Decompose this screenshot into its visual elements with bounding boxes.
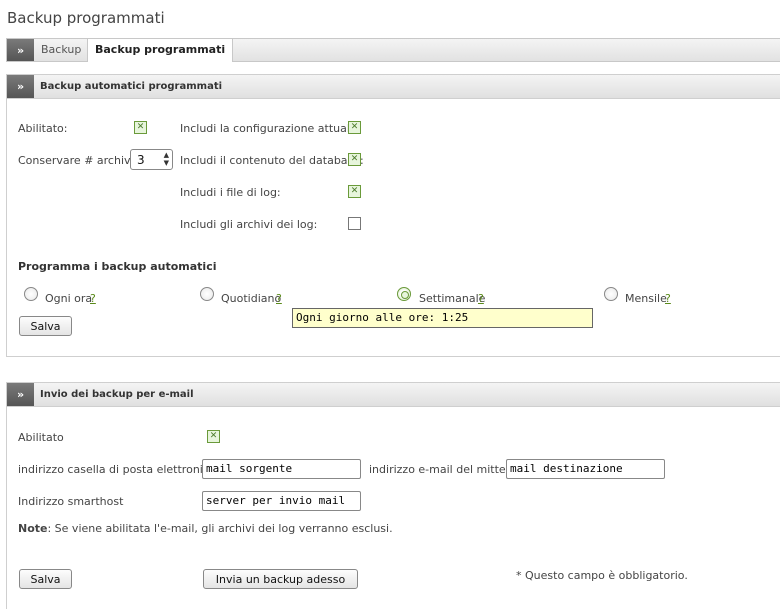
radio-daily-label: Quotidiano (221, 292, 282, 305)
required-field-note: * Questo campo è obbligatorio. (516, 569, 688, 582)
schedule-tooltip: Ogni giorno alle ore: 1:25 (292, 308, 593, 328)
help-monthly-link[interactable]: ? (665, 292, 671, 305)
email-enabled-label: Abilitato (18, 431, 64, 444)
keep-archives-value: 3 (137, 153, 145, 167)
send-backup-now-button[interactable]: Invia un backup adesso (203, 569, 358, 589)
mailbox-input[interactable]: mail sorgente (202, 459, 361, 479)
keep-archives-label: Conservare # archivi: (18, 154, 138, 167)
chevron-right-icon: » (7, 39, 34, 61)
check-icon: ✕ (350, 154, 359, 164)
email-save-button[interactable]: Salva (19, 569, 72, 589)
section-title: Backup automatici programmati (40, 81, 223, 92)
section-header: » Invio dei backup per e-mail (7, 383, 780, 407)
save-button[interactable]: Salva (19, 316, 72, 336)
note-bold: Note (18, 522, 48, 535)
help-daily-link[interactable]: ? (276, 292, 282, 305)
section-title: Invio dei backup per e-mail (40, 389, 194, 400)
radio-weekly-label: Settimanale (419, 292, 486, 305)
radio-daily[interactable] (200, 287, 214, 301)
note-text: : Se viene abilitata l'e-mail, gli archi… (47, 522, 393, 535)
radio-weekly[interactable] (397, 287, 411, 301)
enabled-checkbox[interactable]: ✕ (134, 121, 147, 134)
include-log-archives-checkbox[interactable] (348, 217, 361, 230)
spinner-arrows-icon[interactable]: ▲ ▼ (164, 151, 169, 167)
check-icon: ✕ (350, 122, 359, 132)
sender-label: indirizzo e-mail del mittente (369, 463, 524, 476)
section-header: » Backup automatici programmati (7, 75, 780, 99)
radio-hourly-label: Ogni ora (45, 292, 93, 305)
include-db-checkbox[interactable]: ✕ (348, 153, 361, 166)
schedule-heading: Programma i backup automatici (18, 260, 217, 273)
chevron-right-icon[interactable]: » (7, 75, 34, 98)
include-log-archives-label: Includi gli archivi dei log: (180, 218, 318, 231)
tab-backup[interactable]: Backup (34, 39, 90, 61)
radio-monthly-label: Mensile (625, 292, 667, 305)
tab-bar: » Backup Backup programmati (6, 38, 780, 62)
enabled-label: Abilitato: (18, 122, 68, 135)
check-icon: ✕ (209, 431, 218, 441)
radio-monthly[interactable] (604, 287, 618, 301)
email-enabled-checkbox[interactable]: ✕ (207, 430, 220, 443)
sender-input[interactable]: mail destinazione (506, 459, 665, 479)
check-icon: ✕ (350, 186, 359, 196)
help-hourly-link[interactable]: ? (90, 292, 96, 305)
help-weekly-link[interactable]: ? (478, 292, 484, 305)
check-icon: ✕ (136, 122, 145, 132)
page-title: Backup programmati (7, 9, 165, 27)
include-logs-label: Includi i file di log: (180, 186, 281, 199)
smarthost-input[interactable]: server per invio mail (202, 491, 361, 511)
chevron-right-icon[interactable]: » (7, 383, 34, 406)
tab-backup-programmati[interactable]: Backup programmati (87, 39, 234, 62)
include-logs-checkbox[interactable]: ✕ (348, 185, 361, 198)
radio-hourly[interactable] (24, 287, 38, 301)
include-config-label: Includi la configurazione attuale: (180, 122, 361, 135)
keep-archives-stepper[interactable]: 3 ▲ ▼ (130, 149, 173, 170)
email-note: Note: Se viene abilitata l'e-mail, gli a… (18, 522, 393, 535)
mailbox-label: indirizzo casella di posta elettronica * (18, 463, 225, 476)
include-config-checkbox[interactable]: ✕ (348, 121, 361, 134)
smarthost-label: Indirizzo smarthost (18, 495, 124, 508)
include-db-label: Includi il contenuto del database: (180, 154, 364, 167)
